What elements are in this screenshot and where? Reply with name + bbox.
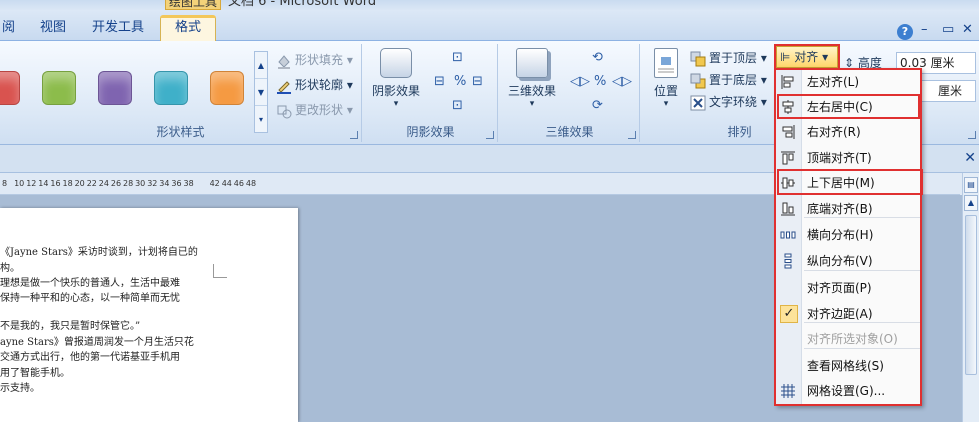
group-3d: 三维效果 ▾ ⟲ ◁▷ % ◁▷ ⟳ 三维效果 bbox=[500, 44, 640, 142]
gallery-down-icon[interactable]: ▼ bbox=[255, 79, 267, 106]
restore-icon[interactable]: ▭ bbox=[942, 22, 954, 37]
shadow-toggle-icon[interactable]: % bbox=[454, 74, 466, 89]
ruler-tick-label: 12 bbox=[26, 179, 37, 188]
nudge-up-icon[interactable]: ⊡ bbox=[452, 50, 463, 65]
document-text-line: 《Jayne Stars》采访时谈到，计划将自已的 bbox=[0, 247, 198, 258]
position-icon bbox=[654, 48, 678, 78]
close-icon[interactable]: ✕ bbox=[962, 22, 973, 37]
send-to-back-button[interactable]: 置于底层 ▾ bbox=[690, 70, 767, 90]
document-text-line: 保持一种平和的心态，以一种简单而无忧 bbox=[0, 293, 180, 304]
tab-review[interactable]: 阅 bbox=[0, 17, 21, 41]
dialog-launcher-icon[interactable] bbox=[968, 131, 976, 139]
nudge-right-icon[interactable]: ⊟ bbox=[472, 74, 483, 89]
ruler-tick-label: 42 bbox=[209, 179, 220, 188]
shape-fill-button[interactable]: 形状填充 ▾ bbox=[276, 50, 353, 70]
group-label-shape-styles: 形状样式 bbox=[156, 125, 205, 139]
tab-format[interactable]: 格式 bbox=[160, 15, 216, 42]
style-swatch[interactable] bbox=[210, 71, 244, 105]
document-text-line: 交通方式出行，他的第一代诺基亚手机用 bbox=[0, 352, 180, 363]
shadow-effects-button[interactable]: 阴影效果 ▾ bbox=[370, 48, 422, 109]
ruler-tick-label: 10 bbox=[14, 179, 25, 188]
dialog-launcher-icon[interactable] bbox=[350, 131, 358, 139]
ruler-tick-label: 8 bbox=[2, 179, 8, 188]
highlight-center-vertical bbox=[777, 169, 923, 195]
position-button[interactable]: 位置 ▾ bbox=[644, 48, 688, 109]
tab-view[interactable]: 视图 bbox=[34, 17, 72, 41]
document-text-line: 理想是做一个快乐的普通人，生活中最难 bbox=[0, 278, 180, 289]
bring-front-icon bbox=[690, 51, 706, 67]
shadow-icon bbox=[380, 48, 412, 78]
ruler-tick-label: 28 bbox=[123, 179, 134, 188]
scroll-up-icon[interactable]: ▲ bbox=[964, 195, 978, 211]
margin-corner-mark bbox=[213, 264, 227, 278]
title-bar: 绘图工具 文档 6 - Microsoft Word bbox=[0, 0, 979, 10]
change-shape-icon bbox=[276, 103, 292, 119]
text-wrap-icon bbox=[690, 95, 706, 111]
change-shape-button[interactable]: 更改形状 ▾ bbox=[276, 100, 353, 120]
ruler-tick-label: 22 bbox=[86, 179, 97, 188]
style-swatch[interactable] bbox=[0, 71, 20, 105]
gallery-up-icon[interactable]: ▲ bbox=[255, 52, 267, 79]
shape-outline-button[interactable]: 形状轮廓 ▾ bbox=[276, 75, 353, 95]
nudge-left-icon[interactable]: ⊟ bbox=[434, 74, 445, 89]
ruler-tick-label: 48 bbox=[245, 179, 257, 188]
dialog-launcher-icon[interactable] bbox=[486, 131, 494, 139]
3d-effects-button[interactable]: 三维效果 ▾ bbox=[506, 48, 558, 109]
document-text-line: 构。 bbox=[0, 263, 20, 274]
ruler-tick-label: 32 bbox=[147, 179, 158, 188]
group-shape-styles: ▲ ▼ ▾ 形状填充 ▾ 形状轮廓 ▾ 更改形状 ▾ 形状样式 bbox=[0, 44, 362, 142]
ruler-tick-label: 16 bbox=[50, 179, 61, 188]
tilt-down-icon[interactable]: ⟳ bbox=[592, 98, 603, 113]
gallery-scrollbar[interactable]: ▲ ▼ ▾ bbox=[254, 51, 268, 133]
scroll-thumb[interactable] bbox=[965, 215, 977, 375]
ribbon-tabs: 阅 视图 开发工具 格式 ? – ▭ ✕ bbox=[0, 10, 979, 42]
document-text-line: 用了智能手机。 bbox=[0, 368, 70, 379]
vertical-scrollbar[interactable]: ▤ ▲ bbox=[962, 173, 979, 422]
ruler-tick-label: 38 bbox=[183, 179, 194, 188]
ruler-tick-label: 26 bbox=[110, 179, 122, 188]
ruler-tick-label: 34 bbox=[159, 179, 170, 188]
nudge-down-icon[interactable]: ⊡ bbox=[452, 98, 463, 113]
3d-toggle-icon[interactable]: % bbox=[594, 74, 606, 89]
ruler-tick-label: 46 bbox=[233, 179, 244, 188]
ruler-tick-label: 20 bbox=[74, 179, 85, 188]
help-icon[interactable]: ? bbox=[897, 24, 913, 40]
ruler-toggle-icon[interactable]: ▤ bbox=[964, 177, 978, 193]
group-shadow: 阴影效果 ▾ ⊡ ⊟ % ⊟ ⊡ 阴影效果 bbox=[364, 44, 498, 142]
document-text-line: ayne Stars》曾报道周润发一个月生活只花 bbox=[0, 337, 194, 348]
bring-to-front-button[interactable]: 置于顶层 ▾ bbox=[690, 48, 767, 68]
context-tab-label: 绘图工具 bbox=[165, 0, 221, 10]
tilt-right-icon[interactable]: ◁▷ bbox=[612, 74, 632, 89]
highlight-center-horizontal bbox=[777, 94, 920, 119]
style-swatch[interactable] bbox=[98, 71, 132, 105]
ruler-tick-label: 14 bbox=[38, 179, 49, 188]
group-label-3d: 三维效果 bbox=[545, 125, 594, 139]
document-text-line: 示支持。 bbox=[0, 383, 40, 394]
ruler-tick-label: 30 bbox=[135, 179, 146, 188]
paint-bucket-icon bbox=[276, 53, 292, 69]
group-label-shadow: 阴影效果 bbox=[406, 125, 455, 139]
tilt-left-icon[interactable]: ◁▷ bbox=[570, 74, 590, 89]
style-swatch[interactable] bbox=[154, 71, 188, 105]
pen-icon bbox=[276, 78, 292, 94]
ruler-tick-label: 24 bbox=[98, 179, 109, 188]
ruler-tick-label: 18 bbox=[62, 179, 73, 188]
dialog-launcher-icon[interactable] bbox=[628, 131, 636, 139]
highlight-align-button bbox=[774, 44, 840, 70]
tilt-up-icon[interactable]: ⟲ bbox=[592, 50, 603, 65]
document-text-line: 不是我的，我只是暂时保管它。” bbox=[0, 321, 141, 332]
send-back-icon bbox=[690, 73, 706, 89]
ruler-tick-label: 44 bbox=[221, 179, 232, 188]
tab-developer[interactable]: 开发工具 bbox=[86, 17, 150, 41]
minimize-icon[interactable]: – bbox=[921, 22, 928, 37]
ruler-tick-label: 36 bbox=[171, 179, 182, 188]
text-wrap-button[interactable]: 文字环绕 ▾ bbox=[690, 92, 767, 112]
document-page[interactable]: 《Jayne Stars》采访时谈到，计划将自已的 构。理想是做一个快乐的普通人，… bbox=[0, 208, 298, 422]
document-title: 文档 6 - Microsoft Word bbox=[228, 0, 377, 9]
3d-cube-icon bbox=[516, 48, 548, 78]
close-pane-icon[interactable]: ✕ bbox=[964, 150, 976, 166]
style-swatch[interactable] bbox=[42, 71, 76, 105]
